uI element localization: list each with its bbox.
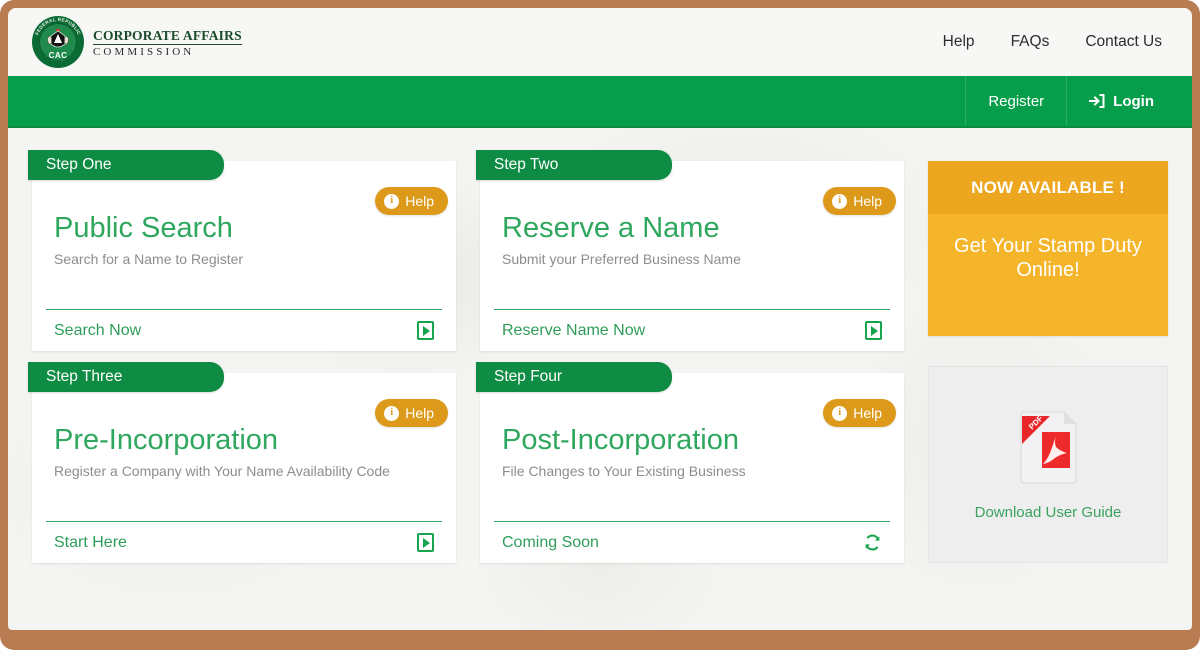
promo-message: Get Your Stamp Duty Online! [954, 235, 1142, 281]
card-action-link[interactable]: Coming Soon [502, 534, 599, 552]
step-ribbon: Step One [28, 150, 224, 180]
card-subtitle: Submit your Preferred Business Name [502, 251, 741, 268]
card-subtitle: Register a Company with Your Name Availa… [54, 463, 390, 480]
step-card-pre-incorporation[interactable]: Step Three i Help Pre-Incorporation Regi… [28, 362, 456, 563]
nav-login-button[interactable]: Login [1066, 76, 1192, 126]
card-title: Post-Incorporation [502, 424, 739, 456]
top-link-faqs[interactable]: FAQs [1011, 33, 1050, 51]
card-title: Public Search [54, 212, 233, 244]
card-title: Pre-Incorporation [54, 424, 279, 456]
main-content: Step One i Help Public Search Search for… [8, 128, 1192, 563]
help-label: Help [853, 193, 882, 209]
card-body: Post-Incorporation File Changes to Your … [480, 373, 904, 521]
brand-name: CORPORATE AFFAIRS COMMISSION [93, 26, 242, 58]
card-subtitle: Search for a Name to Register [54, 251, 244, 268]
card-body: Public Search Search for a Name to Regis… [32, 161, 456, 309]
page-surface: FEDERAL REPUBLIC OF NIGERIA CAC CORPORAT… [8, 8, 1192, 630]
download-user-guide-label[interactable]: Download User Guide [975, 504, 1122, 521]
play-box-icon[interactable] [865, 321, 882, 340]
step-ribbon-label: Step Four [494, 368, 563, 385]
card-footer: Start Here [46, 521, 442, 563]
card-body: Pre-Incorporation Register a Company wit… [32, 373, 456, 521]
coat-of-arms-icon [47, 27, 69, 48]
card-title: Reserve a Name [502, 212, 720, 244]
top-nav-links: Help FAQs Contact Us [943, 33, 1170, 51]
card-action-link[interactable]: Search Now [54, 322, 141, 340]
play-box-icon[interactable] [417, 533, 434, 552]
step-card-post-incorporation[interactable]: Step Four i Help Post-Incorporation File… [476, 362, 904, 563]
help-button[interactable]: i Help [375, 187, 448, 215]
step-card-public-search[interactable]: Step One i Help Public Search Search for… [28, 150, 456, 351]
sign-in-icon [1089, 94, 1105, 108]
top-link-contact-us[interactable]: Contact Us [1085, 33, 1162, 51]
help-label: Help [853, 405, 882, 421]
top-bar: FEDERAL REPUBLIC OF NIGERIA CAC CORPORAT… [8, 8, 1192, 76]
info-icon: i [384, 193, 400, 209]
top-link-help[interactable]: Help [943, 33, 975, 51]
play-box-icon[interactable] [417, 321, 434, 340]
seal-cac-text: CAC [48, 51, 68, 60]
download-user-guide-panel[interactable]: PDF Download User Guide [928, 366, 1168, 563]
step-ribbon-label: Step One [46, 156, 112, 173]
step-ribbon: Step Three [28, 362, 224, 392]
step-ribbon: Step Four [476, 362, 672, 392]
help-label: Help [405, 193, 434, 209]
step-ribbon-label: Step Two [494, 156, 559, 173]
card-footer: Coming Soon [494, 521, 890, 563]
right-rail: NOW AVAILABLE ! Get Your Stamp Duty Onli… [928, 161, 1168, 563]
cac-seal-icon: FEDERAL REPUBLIC OF NIGERIA CAC [32, 16, 84, 68]
refresh-icon[interactable] [863, 533, 882, 552]
brand-line-1: CORPORATE AFFAIRS [93, 28, 242, 45]
card-footer: Search Now [46, 309, 442, 351]
card-body: Reserve a Name Submit your Preferred Bus… [480, 161, 904, 309]
nav-login-label: Login [1113, 92, 1154, 110]
page-frame: FEDERAL REPUBLIC OF NIGERIA CAC CORPORAT… [0, 0, 1200, 650]
main-nav-bar: Register Login [8, 76, 1192, 128]
help-button[interactable]: i Help [823, 399, 896, 427]
nav-register-label: Register [988, 92, 1045, 110]
pdf-file-icon: PDF [1020, 411, 1077, 484]
stamp-duty-promo-banner[interactable]: NOW AVAILABLE ! Get Your Stamp Duty Onli… [928, 161, 1168, 336]
step-ribbon: Step Two [476, 150, 672, 180]
step-ribbon-label: Step Three [46, 368, 123, 385]
help-button[interactable]: i Help [823, 187, 896, 215]
info-icon: i [832, 405, 848, 421]
promo-headline: NOW AVAILABLE ! [928, 161, 1168, 214]
help-label: Help [405, 405, 434, 421]
card-action-link[interactable]: Reserve Name Now [502, 322, 645, 340]
step-card-reserve-a-name[interactable]: Step Two i Help Reserve a Name Submit yo… [476, 150, 904, 351]
brand-logo[interactable]: FEDERAL REPUBLIC OF NIGERIA CAC CORPORAT… [32, 16, 242, 68]
brand-line-2: COMMISSION [93, 45, 195, 58]
info-icon: i [832, 193, 848, 209]
card-subtitle: File Changes to Your Existing Business [502, 463, 746, 480]
info-icon: i [384, 405, 400, 421]
help-button[interactable]: i Help [375, 399, 448, 427]
card-action-link[interactable]: Start Here [54, 534, 127, 552]
step-cards-grid: Step One i Help Public Search Search for… [28, 150, 904, 563]
nav-register-button[interactable]: Register [965, 76, 1066, 126]
card-footer: Reserve Name Now [494, 309, 890, 351]
